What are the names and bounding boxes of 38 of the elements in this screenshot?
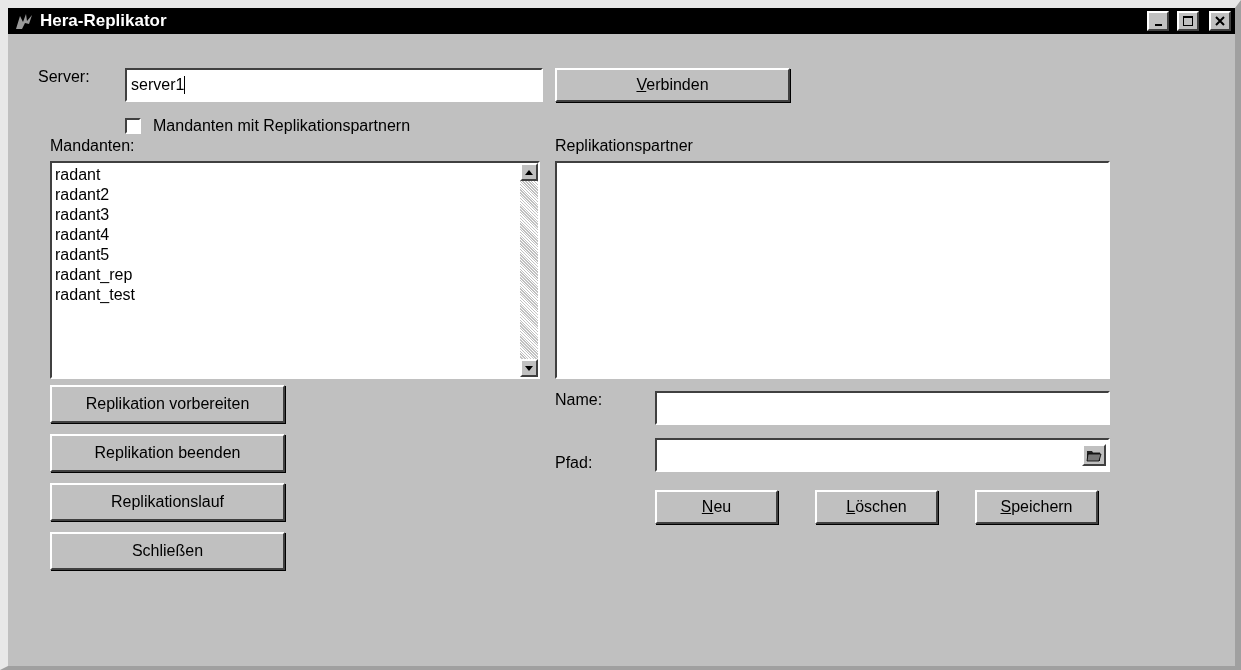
path-input[interactable]	[655, 438, 1110, 472]
scrollbar[interactable]	[520, 163, 538, 377]
action-button[interactable]: Replikation vorbereiten	[50, 385, 285, 423]
maximize-button[interactable]	[1177, 11, 1199, 31]
client-list[interactable]: radant radant2 radant3 radant4 radant5 radant_rep radant_test	[50, 161, 540, 379]
name-input[interactable]	[655, 391, 1110, 425]
close-button[interactable]	[1209, 11, 1231, 31]
list-label: Replikationspartner	[555, 137, 694, 156]
maximize-icon	[1182, 15, 1194, 27]
name-label: Name:	[555, 391, 604, 409]
action-button[interactable]: Schließen	[50, 532, 285, 570]
list-item[interactable]: radant_rep	[54, 265, 134, 285]
server-input[interactable]: server1	[125, 68, 543, 102]
folder-icon[interactable]	[1082, 444, 1106, 466]
list-item[interactable]: radant5	[54, 245, 111, 265]
action-button[interactable]: Replikation beenden	[50, 434, 285, 472]
checkbox[interactable]	[125, 118, 141, 134]
checkbox-label: Mandanten mit Replikationspartnern	[153, 117, 411, 135]
partner-button[interactable]: Neu	[655, 490, 778, 524]
minimize-icon	[1154, 24, 1162, 26]
list-item[interactable]: radant	[54, 165, 102, 185]
partner-button[interactable]: Löschen	[815, 490, 938, 524]
close-icon	[1214, 15, 1226, 27]
list-item[interactable]: radant3	[54, 205, 111, 225]
minimize-button[interactable]	[1147, 11, 1169, 31]
list-item[interactable]: radant2	[54, 185, 111, 205]
window-title: Hera-Replikator	[40, 11, 168, 31]
list-item[interactable]: radant_test	[54, 285, 137, 305]
list-item[interactable]: radant4	[54, 225, 111, 245]
server-label: Server:	[38, 68, 91, 86]
scroll-down-icon[interactable]	[520, 359, 538, 377]
path-label: Pfad:	[555, 454, 594, 472]
app-icon	[14, 12, 34, 30]
partner-button[interactable]: Speichern	[975, 490, 1098, 524]
connect-button[interactable]: Verbinden	[555, 68, 790, 102]
action-button[interactable]: Replikationslauf	[50, 483, 285, 521]
scroll-up-icon[interactable]	[520, 163, 538, 181]
list-label: Mandanten:	[50, 137, 136, 156]
